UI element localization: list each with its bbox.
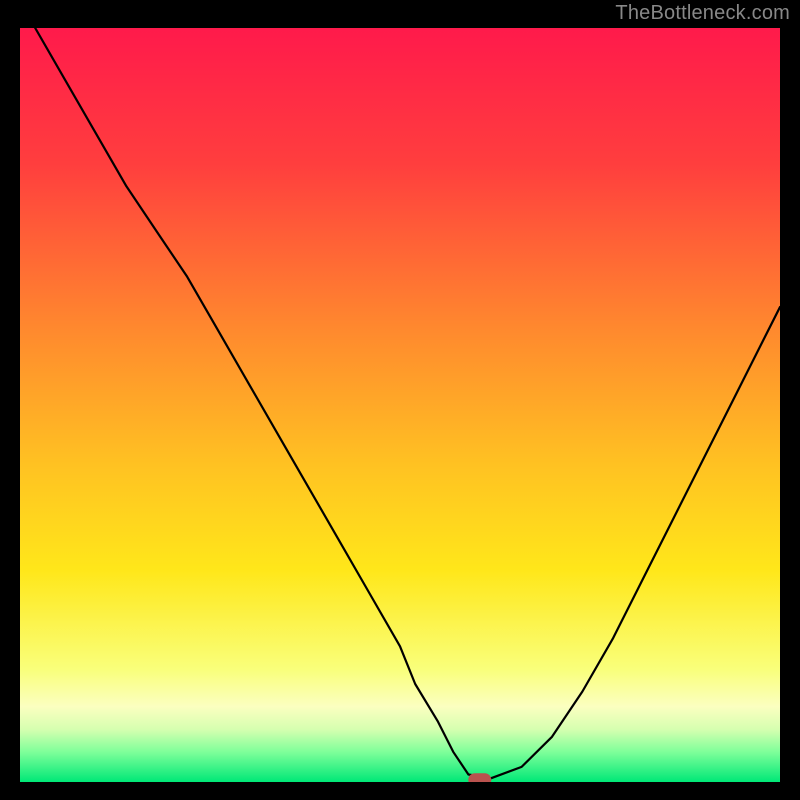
bottleneck-chart <box>20 28 780 782</box>
optimal-point-marker <box>469 774 491 782</box>
gradient-background <box>20 28 780 782</box>
attribution-text: TheBottleneck.com <box>615 2 790 25</box>
